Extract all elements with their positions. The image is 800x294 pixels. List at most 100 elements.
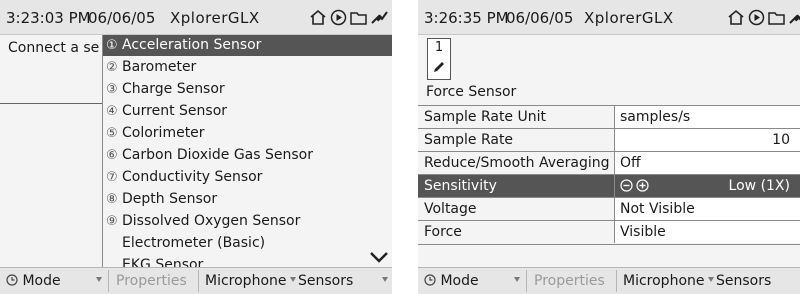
property-label: Sensitivity	[424, 178, 497, 194]
property-row-sample-rate[interactable]: Sample Rate 10	[418, 128, 800, 152]
item-number: ②	[106, 60, 118, 75]
property-value-select[interactable]: Low (1X)	[614, 175, 800, 197]
bottom-toolbar: Mode Properties Microphone Sensors	[418, 267, 800, 294]
sensor-port-number: 1	[434, 40, 444, 55]
item-number: ①	[106, 38, 118, 53]
property-row-force[interactable]: Force Visible	[418, 220, 800, 245]
list-item[interactable]: ⑨ Dissolved Oxygen Sensor	[103, 211, 392, 232]
status-date: 06/06/05	[88, 9, 156, 27]
list-item[interactable]: ⑦ Conductivity Sensor	[103, 167, 392, 188]
item-number: ④	[106, 104, 118, 119]
minus-circle-icon[interactable]	[620, 179, 633, 192]
item-label: Colorimeter	[122, 125, 205, 141]
sensor-port-box[interactable]: 1	[427, 38, 451, 80]
microphone-button[interactable]: Microphone	[623, 268, 705, 294]
property-label: Sample Rate	[424, 132, 514, 148]
toolbar-divider	[616, 270, 617, 292]
chevron-down-icon[interactable]	[369, 251, 389, 263]
property-value: Not Visible	[620, 201, 695, 217]
property-label: Force	[424, 224, 462, 240]
left-screen: 3:23:03 PM 06/06/05 XplorerGLX Connect a…	[0, 0, 392, 294]
play-icon[interactable]	[330, 9, 347, 26]
status-date: 06/06/05	[506, 9, 574, 27]
chevron-down-icon	[382, 277, 388, 282]
item-number: ⑨	[106, 214, 118, 229]
plus-circle-icon[interactable]	[636, 179, 649, 192]
item-label: Dissolved Oxygen Sensor	[122, 213, 301, 229]
clock-icon	[6, 274, 18, 286]
item-number: ⑤	[106, 126, 118, 141]
item-number: ⑦	[106, 170, 118, 185]
play-icon[interactable]	[748, 9, 765, 26]
sensor-plug-icon	[789, 13, 800, 24]
divider	[0, 103, 102, 104]
item-number: ⑥	[106, 148, 118, 163]
chevron-down-icon	[514, 277, 520, 282]
clock-icon	[424, 274, 436, 286]
folder-icon[interactable]	[350, 10, 367, 25]
home-icon[interactable]	[309, 9, 327, 26]
mode-label: Mode	[22, 273, 61, 289]
list-item[interactable]: ④ Current Sensor	[103, 101, 392, 122]
chevron-down-icon	[708, 277, 714, 282]
property-value: Off	[620, 155, 641, 171]
property-row-voltage[interactable]: Voltage Not Visible	[418, 197, 800, 221]
sensors-button[interactable]: Sensors	[298, 268, 353, 294]
item-label: Depth Sensor	[122, 191, 218, 207]
microphone-button[interactable]: Microphone	[205, 268, 287, 294]
status-bar: 3:26:35 PM 06/06/05 XplorerGLX	[418, 0, 800, 35]
property-label: Sample Rate Unit	[424, 109, 546, 125]
property-value-select[interactable]: Visible	[614, 221, 800, 243]
property-value: samples/s	[620, 109, 691, 125]
properties-button[interactable]: Properties	[116, 268, 187, 294]
sensor-properties-area: 1 Force Sensor Sample Rate Unit samples/…	[418, 35, 800, 268]
property-row-reduce-smooth[interactable]: Reduce/Smooth Averaging Off	[418, 151, 800, 175]
toolbar-divider	[526, 270, 527, 292]
pencil-icon	[434, 62, 444, 72]
properties-button[interactable]: Properties	[534, 268, 605, 294]
list-item[interactable]: ⑥ Carbon Dioxide Gas Sensor	[103, 145, 392, 166]
mode-button[interactable]: Mode	[424, 268, 479, 294]
mode-label: Mode	[440, 273, 479, 289]
item-label: Current Sensor	[122, 103, 228, 119]
status-app-name: XplorerGLX	[170, 9, 260, 27]
folder-icon[interactable]	[768, 10, 785, 25]
sensor-plug-icon	[371, 10, 388, 24]
list-item[interactable]: ① Acceleration Sensor	[103, 35, 392, 56]
chevron-down-icon	[96, 277, 102, 282]
item-number: ⑧	[106, 192, 118, 207]
item-label: Electrometer (Basic)	[122, 235, 266, 251]
item-label: Conductivity Sensor	[122, 169, 263, 185]
mode-button[interactable]: Mode	[6, 268, 61, 294]
list-item[interactable]: ⑧ Depth Sensor	[103, 189, 392, 210]
list-item[interactable]: ③ Charge Sensor	[103, 79, 392, 100]
item-label: Charge Sensor	[122, 81, 225, 97]
item-label: Carbon Dioxide Gas Sensor	[122, 147, 313, 163]
property-value-select[interactable]: 10	[614, 129, 800, 151]
sensor-dropdown-list[interactable]: ① Acceleration Sensor ② Barometer ③ Charge …	[102, 35, 392, 273]
chevron-down-icon	[290, 277, 296, 282]
list-item[interactable]: ⑤ Colorimeter	[103, 123, 392, 144]
right-screen: 3:26:35 PM 06/06/05 XplorerGLX 1 Force S…	[418, 0, 800, 294]
item-label: Acceleration Sensor	[122, 37, 262, 53]
property-row-sample-rate-unit[interactable]: Sample Rate Unit samples/s	[418, 105, 800, 129]
status-time: 3:23:03 PM	[6, 9, 91, 27]
property-value-select[interactable]: samples/s	[614, 106, 800, 128]
property-value: Visible	[620, 224, 666, 240]
property-row-sensitivity[interactable]: Sensitivity Low (1X)	[418, 174, 800, 198]
list-item[interactable]: Electrometer (Basic)	[103, 233, 392, 254]
property-label: Reduce/Smooth Averaging	[424, 155, 610, 171]
sensors-button[interactable]: Sensors	[716, 268, 771, 294]
property-value-select[interactable]: Off	[614, 152, 800, 174]
connect-sensor-message: Connect a se	[8, 40, 100, 56]
property-value: 10	[772, 132, 790, 148]
property-value-select[interactable]: Not Visible	[614, 198, 800, 220]
toolbar-divider	[198, 270, 199, 292]
list-item[interactable]: ② Barometer	[103, 57, 392, 78]
item-label: Barometer	[122, 59, 197, 75]
home-icon[interactable]	[727, 9, 745, 26]
property-value: Low (1X)	[728, 178, 790, 194]
status-bar: 3:23:03 PM 06/06/05 XplorerGLX	[0, 0, 392, 35]
status-time: 3:26:35 PM	[424, 9, 509, 27]
item-number: ③	[106, 82, 118, 97]
